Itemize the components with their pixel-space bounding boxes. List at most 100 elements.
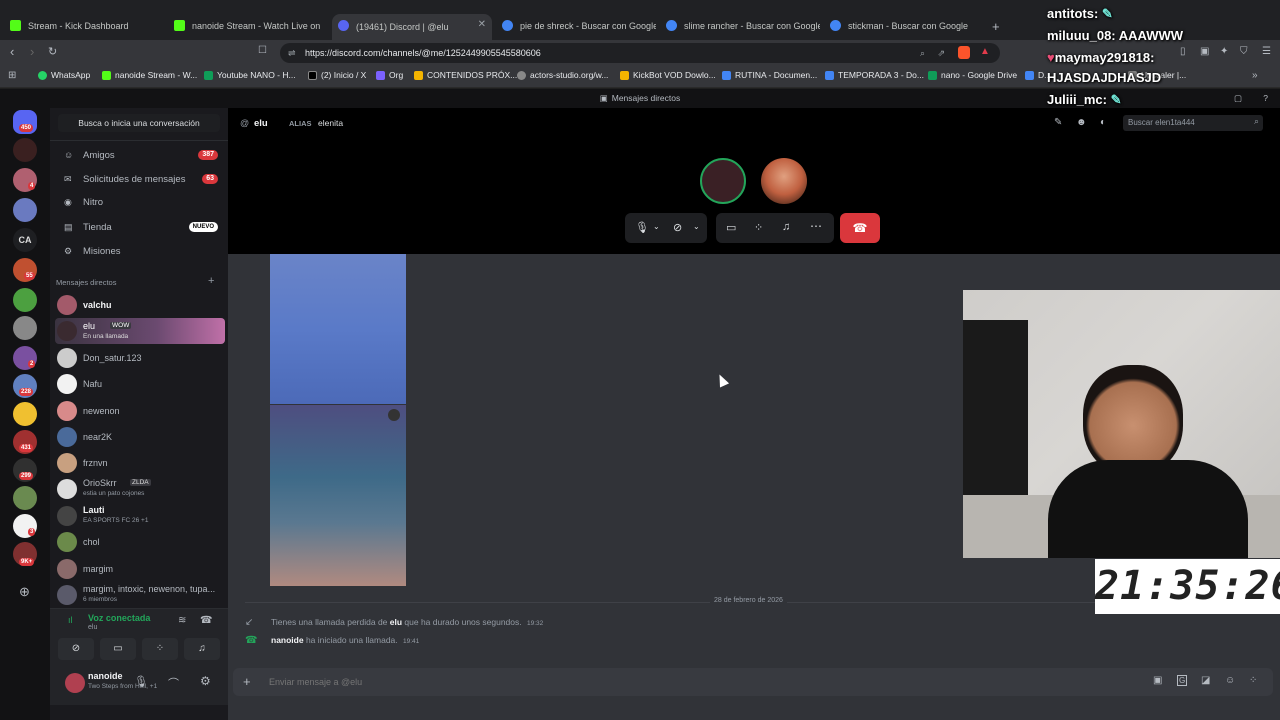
nav-nitro[interactable]: ◉ Nitro [58, 192, 223, 212]
participant-avatar[interactable] [761, 158, 807, 204]
dm-item[interactable]: OrioSkrr ZLDA estia un pato cojones [55, 476, 225, 502]
share-icon[interactable]: ⇗ [937, 43, 945, 63]
forward-icon[interactable]: › [30, 44, 34, 59]
nav-shop[interactable]: ▤ Tienda NUEVO [58, 217, 223, 237]
chevron-down-icon[interactable]: ⌄ [653, 222, 660, 231]
at-icon: @ [240, 118, 250, 128]
bookmark-item[interactable]: (2) Inicio / X [308, 70, 366, 80]
gif-icon[interactable]: G [1177, 675, 1188, 686]
camera-toggle-button[interactable]: ⊘ [58, 638, 94, 660]
brave-shield-icon[interactable] [958, 46, 970, 59]
participant-avatar[interactable] [700, 158, 746, 204]
apps-icon[interactable]: ⊞ [8, 70, 16, 81]
browser-tab-active[interactable]: (19461) Discord | @elu ✕ [332, 14, 492, 40]
server-icon[interactable] [13, 288, 37, 312]
browser-tab[interactable]: slime rancher - Buscar con Google [660, 14, 820, 38]
server-icon[interactable] [13, 316, 37, 340]
dm-item[interactable]: valchu [55, 292, 225, 318]
search-input[interactable]: Busca o inicia una conversación [58, 114, 220, 132]
address-bar[interactable]: ⇌ https://discord.com/channels/@me/12524… [280, 43, 1000, 63]
activities-button[interactable]: ⁘ [142, 638, 178, 660]
dm-item[interactable]: chol [55, 529, 225, 555]
channel-search-input[interactable]: Buscar elen1ta444 [1123, 115, 1263, 131]
pin-icon[interactable]: ✎ [1054, 117, 1062, 128]
soundboard-button[interactable]: ♫ [184, 638, 220, 660]
bookmark-item[interactable]: CONTENIDOS PRÓX... [414, 70, 517, 80]
gift-icon[interactable]: ▣ [1153, 675, 1162, 686]
activities-icon: ⁘ [155, 643, 165, 654]
emoji-icon[interactable]: ☺ [1225, 675, 1235, 686]
nav-friends[interactable]: ☺ Amigos 387 [58, 145, 223, 165]
browser-tab[interactable]: pie de shreck - Buscar con Google [496, 14, 656, 38]
browser-tab[interactable]: nanoide Stream - Watch Live on [168, 14, 330, 38]
person-body [1048, 460, 1248, 558]
dm-item[interactable]: margim, intoxic, newenon, tupa... 6 miem… [55, 582, 225, 608]
apps-icon[interactable]: ⁘ [1249, 675, 1257, 686]
brave-rewards-icon[interactable]: ▲ [980, 46, 990, 57]
screen-share-icon: ▭ [113, 643, 123, 654]
back-icon[interactable]: ‹ [10, 44, 14, 59]
bookmark-item[interactable]: nano - Google Drive [928, 70, 1017, 80]
server-badge: 431 [19, 444, 34, 452]
dm-item[interactable]: newenon [55, 398, 225, 424]
bookmark-icon[interactable]: ☐ [258, 45, 267, 56]
create-dm-icon[interactable]: + [208, 275, 214, 287]
dm-item[interactable]: margim [55, 556, 225, 582]
more-icon[interactable]: ⋯ [810, 219, 822, 233]
dm-item[interactable]: near2K [55, 424, 225, 450]
server-icon[interactable]: CA [13, 228, 37, 252]
end-call-button[interactable]: ☎ [840, 213, 880, 243]
bookmark-item[interactable]: WhatsApp [38, 70, 90, 80]
camera-off-icon[interactable]: ⊘ [673, 221, 682, 234]
new-tab-icon[interactable]: + [992, 19, 1000, 34]
dm-item[interactable]: Don_satur.123 [55, 345, 225, 371]
mic-control[interactable]: 🎙︎ ⌄ ⊘ ⌄ [625, 213, 707, 243]
microphone-icon[interactable]: 🎙︎ [134, 675, 148, 688]
settings-icon[interactable]: ⚙ [200, 674, 211, 688]
dm-item[interactable]: Lauti EA SPORTS FC 26 +1 [55, 503, 225, 529]
bookmark-item[interactable]: RUTINA - Documen... [722, 70, 817, 80]
alias-value: elenita [318, 118, 344, 128]
bookmark-item[interactable]: nanoide Stream - W... [102, 70, 197, 80]
nav-message-requests[interactable]: ✉ Solicitudes de mensajes 63 [58, 169, 223, 189]
sticker-icon[interactable]: ◪ [1201, 675, 1210, 686]
disconnect-icon[interactable]: ☎ [200, 615, 212, 626]
profile-icon[interactable]: ◐ [1100, 117, 1106, 128]
add-server-icon[interactable]: ⊕ [19, 584, 30, 600]
browser-tab[interactable]: stickman - Buscar con Google [824, 14, 984, 38]
avatar[interactable] [65, 673, 85, 693]
avatar [57, 374, 77, 394]
add-friends-icon[interactable]: ☻ [1076, 117, 1087, 128]
activities-icon[interactable]: ⁘ [754, 221, 763, 234]
dm-item[interactable]: Nafu [55, 371, 225, 397]
server-icon[interactable] [13, 486, 37, 510]
dm-item-active[interactable]: elu WOW En una llamada [55, 318, 225, 344]
reload-icon[interactable]: ↻ [48, 45, 57, 58]
nav-quests[interactable]: ⚙ Misiones [58, 241, 223, 261]
soundboard-icon[interactable]: ♫ [782, 221, 790, 233]
headphones-icon[interactable]: ⌒ [168, 675, 179, 691]
bookmark-item[interactable]: TEMPORADA 3 - Do... [825, 70, 924, 80]
server-icon[interactable] [13, 402, 37, 426]
bookmark-item[interactable]: actors-studio.org/w... [517, 70, 608, 80]
screen-share-icon[interactable]: ▭ [726, 221, 736, 234]
shared-image[interactable] [270, 405, 406, 586]
site-info-icon[interactable]: ⇌ [288, 43, 296, 63]
bookmark-item[interactable]: Org [376, 70, 403, 80]
add-attachment-icon[interactable]: + [243, 674, 251, 689]
bookmark-item[interactable]: KickBot VOD Dowlo... [620, 70, 716, 80]
server-icon[interactable] [13, 198, 37, 222]
avatar [57, 453, 77, 473]
microphone-icon[interactable]: 🎙︎ [635, 221, 649, 234]
server-icon[interactable] [13, 138, 37, 162]
noise-suppression-icon[interactable]: ≋ [178, 615, 186, 626]
browser-tab[interactable]: Stream - Kick Dashboard [4, 14, 164, 38]
message-input[interactable] [269, 673, 1129, 691]
close-tab-icon[interactable]: ✕ [478, 19, 486, 30]
chevron-down-icon[interactable]: ⌄ [693, 222, 700, 231]
shared-image[interactable] [270, 254, 406, 404]
dm-item[interactable]: frznvn [55, 450, 225, 476]
screen-share-button[interactable]: ▭ [100, 638, 136, 660]
bookmark-item[interactable]: Youtube NANO - H... [204, 70, 296, 80]
zoom-icon[interactable]: ⌕ [920, 43, 925, 63]
